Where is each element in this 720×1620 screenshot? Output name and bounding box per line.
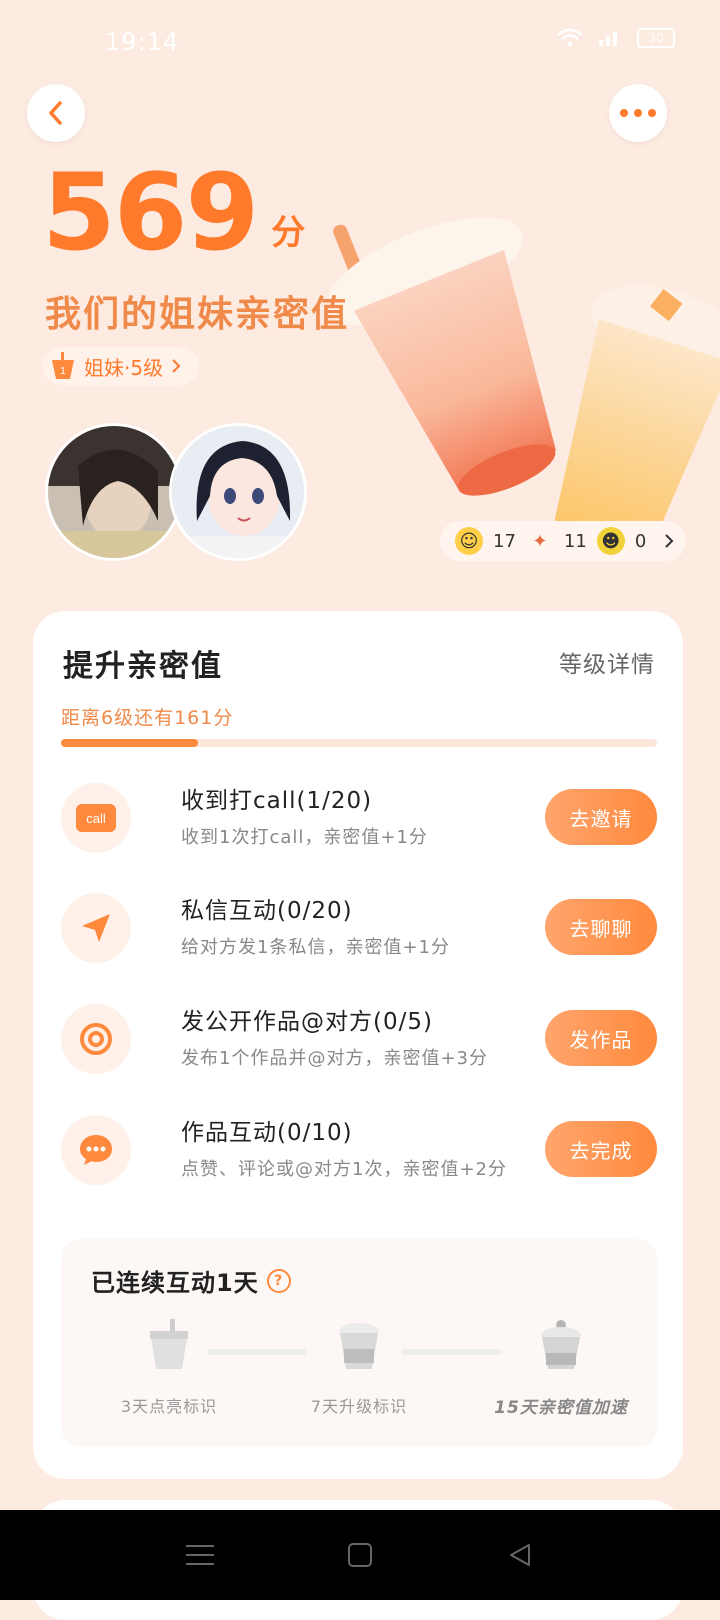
- boost-intimacy-card: 提升亲密值 等级详情 距离6级还有161分 call 收到打call(1/20)…: [33, 611, 683, 1479]
- emoji-stats[interactable]: ☺ 17 ✦ 11 ☻ 0: [440, 521, 686, 561]
- battery-icon: 30: [637, 28, 675, 48]
- milestone-label: 7天升级标识: [310, 1397, 408, 1416]
- status-time: 19:14: [105, 28, 180, 56]
- milestone-15-days: 15天亲密值加速: [481, 1319, 641, 1418]
- at-sign-icon: [61, 1004, 131, 1074]
- cup-icon: [541, 1320, 581, 1369]
- signal-icon: [599, 32, 617, 46]
- post-work-button[interactable]: 发作品: [545, 1010, 657, 1066]
- task-row: 作品互动(0/10) 点赞、评论或@对方1次，亲密值+2分 去完成: [61, 1111, 657, 1201]
- hug-emoji-icon: ☺: [455, 527, 483, 555]
- complete-button[interactable]: 去完成: [545, 1121, 657, 1177]
- menu-icon[interactable]: [180, 1535, 220, 1575]
- task-title: 作品互动(0/10): [181, 1120, 353, 1146]
- task-row: 私信互动(0/20) 给对方发1条私信，亲密值+1分 去聊聊: [61, 889, 657, 979]
- level-progress-bar: [61, 739, 657, 747]
- task-row: 发公开作品@对方(0/5) 发布1个作品并@对方，亲密值+3分 发作品: [61, 1000, 657, 1090]
- help-icon[interactable]: ?: [266, 1268, 291, 1293]
- call-icon: call: [61, 783, 131, 853]
- score-unit: 分: [271, 213, 306, 253]
- milestone-label: 3天点亮标识: [120, 1397, 218, 1416]
- emoji-count: 0: [634, 530, 647, 552]
- cup-badge-icon: 1: [52, 352, 74, 379]
- couple-avatars: [45, 423, 307, 561]
- task-description: 给对方发1条私信，亲密值+1分: [181, 937, 450, 958]
- task-description: 收到1次打call，亲密值+1分: [181, 827, 428, 848]
- chat-button[interactable]: 去聊聊: [545, 899, 657, 955]
- milestone-3-days: 3天点亮标识: [99, 1319, 239, 1417]
- chevron-right-icon: [172, 359, 181, 373]
- milestone-label: 15天亲密值加速: [494, 1398, 628, 1418]
- level-badge-label: 姐妹·5级: [84, 355, 164, 380]
- milk-tea-illustration: [330, 217, 720, 552]
- svg-text:1: 1: [60, 366, 66, 377]
- avatar-user[interactable]: [45, 423, 183, 561]
- progress-fill: [61, 739, 199, 747]
- cup-icon: [339, 1323, 379, 1369]
- wifi-icon: [557, 28, 583, 47]
- level-details-link[interactable]: 等级详情: [559, 645, 655, 679]
- battery-level: 30: [648, 31, 664, 45]
- cup-icon: [150, 1319, 188, 1369]
- streak-title: 已连续互动1天: [91, 1269, 259, 1297]
- avatar-friend[interactable]: [169, 423, 307, 561]
- streak-panel: 已连续互动1天 ? 3天点亮标识 7天升级标识 15天亲密值加速: [61, 1239, 657, 1447]
- back-button[interactable]: [27, 84, 85, 142]
- task-row: call 收到打call(1/20) 收到1次打call，亲密值+1分 去邀请: [61, 779, 657, 869]
- invite-button[interactable]: 去邀请: [545, 789, 657, 845]
- send-icon: [61, 893, 131, 963]
- task-title: 发公开作品@对方(0/5): [181, 1009, 433, 1035]
- chevron-right-icon: [665, 534, 674, 548]
- status-icons: 30: [557, 28, 675, 48]
- level-badge[interactable]: 1 姐妹·5级: [42, 347, 200, 385]
- task-description: 发布1个作品并@对方，亲密值+3分: [181, 1048, 488, 1069]
- score-number: 569: [42, 151, 259, 274]
- home-icon[interactable]: [340, 1535, 380, 1575]
- chevron-left-icon: [49, 101, 62, 125]
- party-popper-icon: ✦: [532, 530, 548, 552]
- card-title: 提升亲密值: [63, 649, 223, 684]
- more-button[interactable]: [609, 84, 667, 142]
- lemon-face-icon: ☻: [596, 527, 625, 555]
- streak-title-row: 已连续互动1天 ?: [91, 1263, 291, 1298]
- progress-text: 距离6级还有161分: [61, 707, 234, 729]
- emoji-count: 17: [493, 530, 516, 552]
- back-nav-icon[interactable]: [500, 1535, 540, 1575]
- milestone-7-days: 7天升级标识: [289, 1319, 429, 1417]
- emoji-count: 11: [563, 530, 587, 552]
- task-title: 私信互动(0/20): [181, 898, 353, 924]
- intimacy-subtitle: 我们的姐妹亲密值: [45, 294, 350, 335]
- task-title: 收到打call(1/20): [181, 788, 373, 814]
- svg-text:call: call: [86, 811, 106, 826]
- more-dots-icon: [620, 109, 656, 117]
- task-description: 点赞、评论或@对方1次，亲密值+2分: [181, 1159, 507, 1180]
- comment-icon: [61, 1115, 131, 1185]
- intimacy-score: 569 分: [42, 160, 305, 266]
- status-bar: 19:14 30: [0, 0, 720, 84]
- system-nav-bar: [0, 1510, 720, 1600]
